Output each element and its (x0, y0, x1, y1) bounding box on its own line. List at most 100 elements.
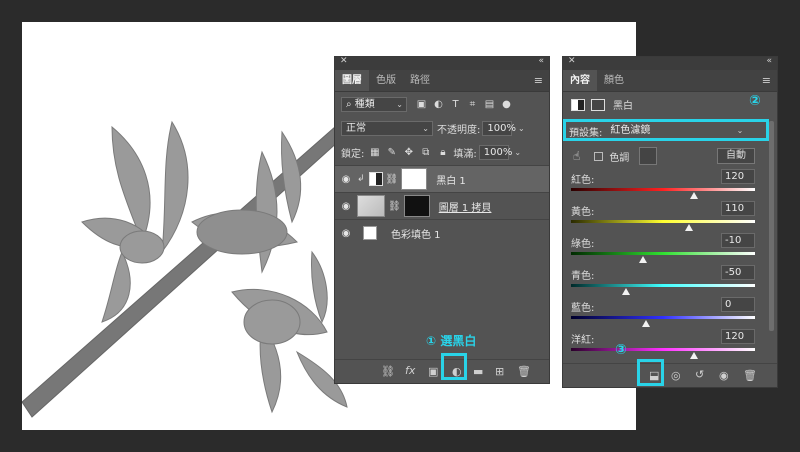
image-filter-icon[interactable]: ▣ (415, 98, 428, 111)
auto-button[interactable]: 自動 (717, 148, 755, 164)
filter-kind-select[interactable]: ⌕ 種類 ⌄ (341, 97, 407, 112)
panel-titlebar: ✕ « (563, 56, 777, 70)
slider-value-field[interactable]: -50 (721, 265, 755, 280)
tab-layers[interactable]: 圖層 (335, 70, 369, 91)
panel-menu-icon[interactable]: ≡ (534, 75, 543, 87)
slider-track[interactable] (571, 284, 755, 287)
slider-track[interactable] (571, 348, 755, 351)
smartobject-filter-icon[interactable]: ▤ (483, 98, 496, 111)
tint-swatch[interactable] (639, 147, 658, 165)
slider-thumb[interactable] (684, 224, 693, 231)
mask-icon[interactable]: ▣ (428, 365, 438, 378)
slider-track[interactable] (571, 188, 755, 191)
filter-kind-value: 種類 (354, 99, 375, 110)
tab-color[interactable]: 顏色 (597, 70, 631, 91)
slider-label: 青色: (571, 271, 595, 282)
layer-row[interactable]: ◉ 色彩填色 1 (335, 219, 549, 246)
chevron-down-icon: ⌄ (736, 126, 744, 135)
color-slider[interactable]: 黃色: 110 (569, 201, 755, 233)
visibility-icon[interactable]: ◉ (719, 369, 729, 382)
fill-dropdown-icon[interactable]: ⌄ (511, 146, 525, 160)
slider-value-field[interactable]: 110 (721, 201, 755, 216)
properties-tabs: 內容 顏色 ≡ (563, 70, 777, 92)
color-slider[interactable]: 青色: -50 (569, 265, 755, 297)
lock-pixels-icon[interactable]: ▦ (368, 146, 381, 159)
new-layer-icon[interactable]: ⊞ (495, 365, 504, 378)
slider-thumb[interactable] (690, 352, 699, 359)
step3-number: ③ (615, 342, 627, 358)
preset-select[interactable]: 紅色濾鏡 ⌄ (606, 124, 746, 139)
filter-toggle-icon[interactable]: ● (500, 98, 513, 111)
color-slider[interactable]: 綠色: -10 (569, 233, 755, 265)
color-slider[interactable]: 紅色: 120 (569, 169, 755, 201)
slider-thumb[interactable] (642, 320, 651, 327)
eye-icon[interactable]: ◉ (335, 201, 357, 212)
lock-brush-icon[interactable]: ✎ (385, 146, 398, 159)
targeted-adjustment-icon[interactable]: ☝ (573, 149, 580, 163)
blend-mode-value: 正常 (346, 123, 366, 134)
layer-name: 圖層 1 拷貝 (438, 202, 492, 214)
layer-row[interactable]: ◉ ⛓ 圖層 1 拷貝 (335, 192, 549, 219)
panel-menu-icon[interactable]: ≡ (762, 75, 771, 87)
link-icon: ⛓ (385, 173, 399, 185)
collapse-icon[interactable]: « (538, 56, 544, 66)
type-filter-icon[interactable]: T (449, 98, 462, 111)
chevron-down-icon: ⌄ (422, 124, 429, 133)
clip-icon: ↲ (357, 174, 365, 184)
fill-field[interactable]: 100% (478, 145, 512, 160)
blend-mode-select[interactable]: 正常 ⌄ (341, 121, 433, 136)
layer-row[interactable]: ◉ ↲ ⛓ 黑白 1 (335, 165, 549, 192)
properties-title: 黑白 (613, 101, 633, 112)
scrollbar[interactable] (769, 121, 774, 331)
slider-label: 綠色: (571, 239, 595, 250)
eye-icon[interactable]: ◉ (335, 174, 357, 185)
slider-track[interactable] (571, 220, 755, 223)
view-previous-icon[interactable]: ◎ (671, 369, 681, 382)
panel-titlebar: ✕ « (335, 56, 549, 70)
slider-track[interactable] (571, 252, 755, 255)
slider-value-field[interactable]: 120 (721, 329, 755, 344)
opacity-dropdown-icon[interactable]: ⌄ (514, 122, 528, 136)
tab-paths[interactable]: 路徑 (403, 70, 437, 91)
lock-position-icon[interactable]: ✥ (402, 146, 415, 159)
shape-filter-icon[interactable]: ⌗ (466, 98, 479, 111)
opacity-value: 100% (487, 123, 516, 134)
tab-channels[interactable]: 色版 (369, 70, 403, 91)
layer-name: 色彩填色 1 (391, 229, 441, 241)
folder-icon[interactable]: ▬ (473, 365, 483, 378)
layer-mask-thumb[interactable] (403, 195, 430, 217)
properties-panel: ✕ « 內容 顏色 ≡ 黑白 ② 預設集: 紅色濾鏡 ⌄ ☝ 色調 自動 紅色:… (562, 56, 778, 388)
slider-thumb[interactable] (690, 192, 699, 199)
lock-artboard-icon[interactable]: ⧉ (419, 146, 432, 159)
mask-toggle-icon[interactable] (591, 98, 605, 111)
slider-thumb[interactable] (638, 256, 647, 263)
lock-all-icon[interactable]: 🔒︎ (436, 146, 449, 159)
layer-thumb (357, 195, 385, 217)
close-icon[interactable]: ✕ (568, 56, 576, 66)
highlight-adjustment-button (441, 353, 467, 380)
color-slider[interactable]: 藍色: 0 (569, 297, 755, 329)
slider-track[interactable] (571, 316, 755, 319)
slider-value-field[interactable]: 0 (721, 297, 755, 312)
tint-checkbox[interactable] (594, 151, 604, 161)
link-layers-icon[interactable]: ⛓ (381, 365, 395, 378)
reset-icon[interactable]: ↺ (695, 368, 704, 381)
fx-icon[interactable]: fx (405, 364, 415, 377)
trash-icon[interactable]: 🗑︎ (517, 365, 531, 378)
slider-value-field[interactable]: -10 (721, 233, 755, 248)
collapse-icon[interactable]: « (766, 56, 772, 66)
slider-thumb[interactable] (622, 288, 631, 295)
layer-mask-thumb[interactable] (401, 168, 428, 190)
slider-value-field[interactable]: 120 (721, 169, 755, 184)
opacity-field[interactable]: 100% (482, 121, 516, 136)
eye-icon[interactable]: ◉ (335, 228, 357, 239)
color-slider[interactable]: 洋紅: 120 (569, 329, 755, 361)
properties-footer: ③ ⬓ ◎ ↺ ◉ 🗑︎ (563, 342, 777, 387)
trash-icon[interactable]: 🗑︎ (743, 369, 757, 382)
step1-text: 選黑白 (440, 334, 477, 348)
search-icon: ⌕ (346, 99, 352, 110)
tab-properties[interactable]: 內容 (563, 70, 597, 91)
auto-label: 自動 (726, 150, 746, 161)
adjustment-filter-icon[interactable]: ◐ (432, 98, 445, 111)
close-icon[interactable]: ✕ (340, 56, 348, 66)
